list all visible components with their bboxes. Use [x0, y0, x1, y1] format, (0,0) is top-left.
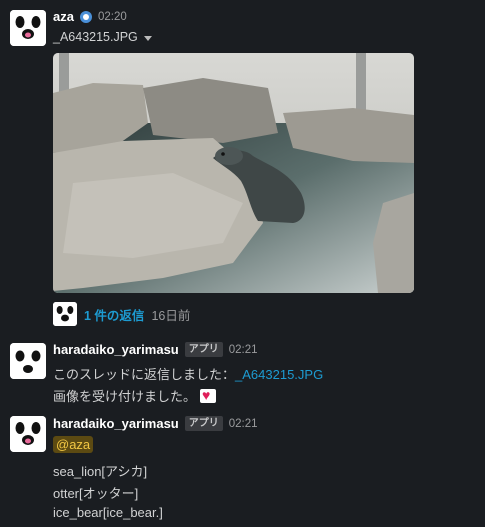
user-name[interactable]: haradaiko_yarimasu [53, 416, 179, 431]
user-name[interactable]: aza [53, 9, 74, 24]
thread-replies[interactable]: 1 件の返信 16日前 [53, 302, 190, 326]
message-text: このスレッドに返信しました：_A643215.JPG [53, 364, 323, 383]
panda-face-icon [10, 416, 46, 452]
accept-notice: 画像を受け付けました。 [53, 389, 197, 404]
timestamp[interactable]: 02:20 [98, 11, 127, 23]
file-name[interactable]: _A643215.JPG [53, 30, 138, 44]
avatar[interactable] [10, 416, 46, 452]
user-mention[interactable]: @aza [53, 436, 94, 453]
avatar[interactable] [10, 10, 46, 46]
user-name[interactable]: haradaiko_yarimasu [53, 342, 179, 357]
reply-notice: このスレッドに返信しました： [53, 367, 236, 382]
avatar[interactable] [10, 343, 46, 379]
timestamp[interactable]: 02:21 [229, 344, 258, 356]
message-text: @aza [53, 436, 94, 453]
status-emoji-icon [79, 10, 92, 23]
chevron-down-icon[interactable] [143, 35, 152, 41]
app-badge: アプリ [184, 416, 223, 431]
reply-age: 16日前 [151, 308, 191, 323]
panda-face-icon [53, 302, 77, 326]
panda-face-icon [10, 343, 46, 379]
app-badge: アプリ [184, 342, 223, 357]
reply-avatar [53, 302, 77, 326]
file-title[interactable]: _A643215.JPG [53, 30, 152, 44]
message-header: haradaiko_yarimasu アプリ 02:21 [53, 342, 258, 357]
message-text: 画像を受け付けました。 [53, 386, 217, 405]
panda-face-icon [10, 10, 46, 46]
timestamp[interactable]: 02:21 [229, 418, 258, 430]
reply-count-link[interactable]: 1 件の返信 [84, 305, 144, 324]
image-preview[interactable] [53, 53, 414, 293]
result-line: sea_lion[アシカ] [53, 464, 148, 479]
heart-icon [200, 387, 217, 403]
message-header: aza 02:20 [53, 9, 127, 24]
file-link[interactable]: _A643215.JPG [235, 367, 323, 382]
result-line: otter[オッター] [53, 486, 139, 501]
message-header: haradaiko_yarimasu アプリ 02:21 [53, 416, 258, 431]
seal-photo [53, 53, 414, 293]
result-line: ice_bear[ice_bear.] [53, 505, 163, 520]
